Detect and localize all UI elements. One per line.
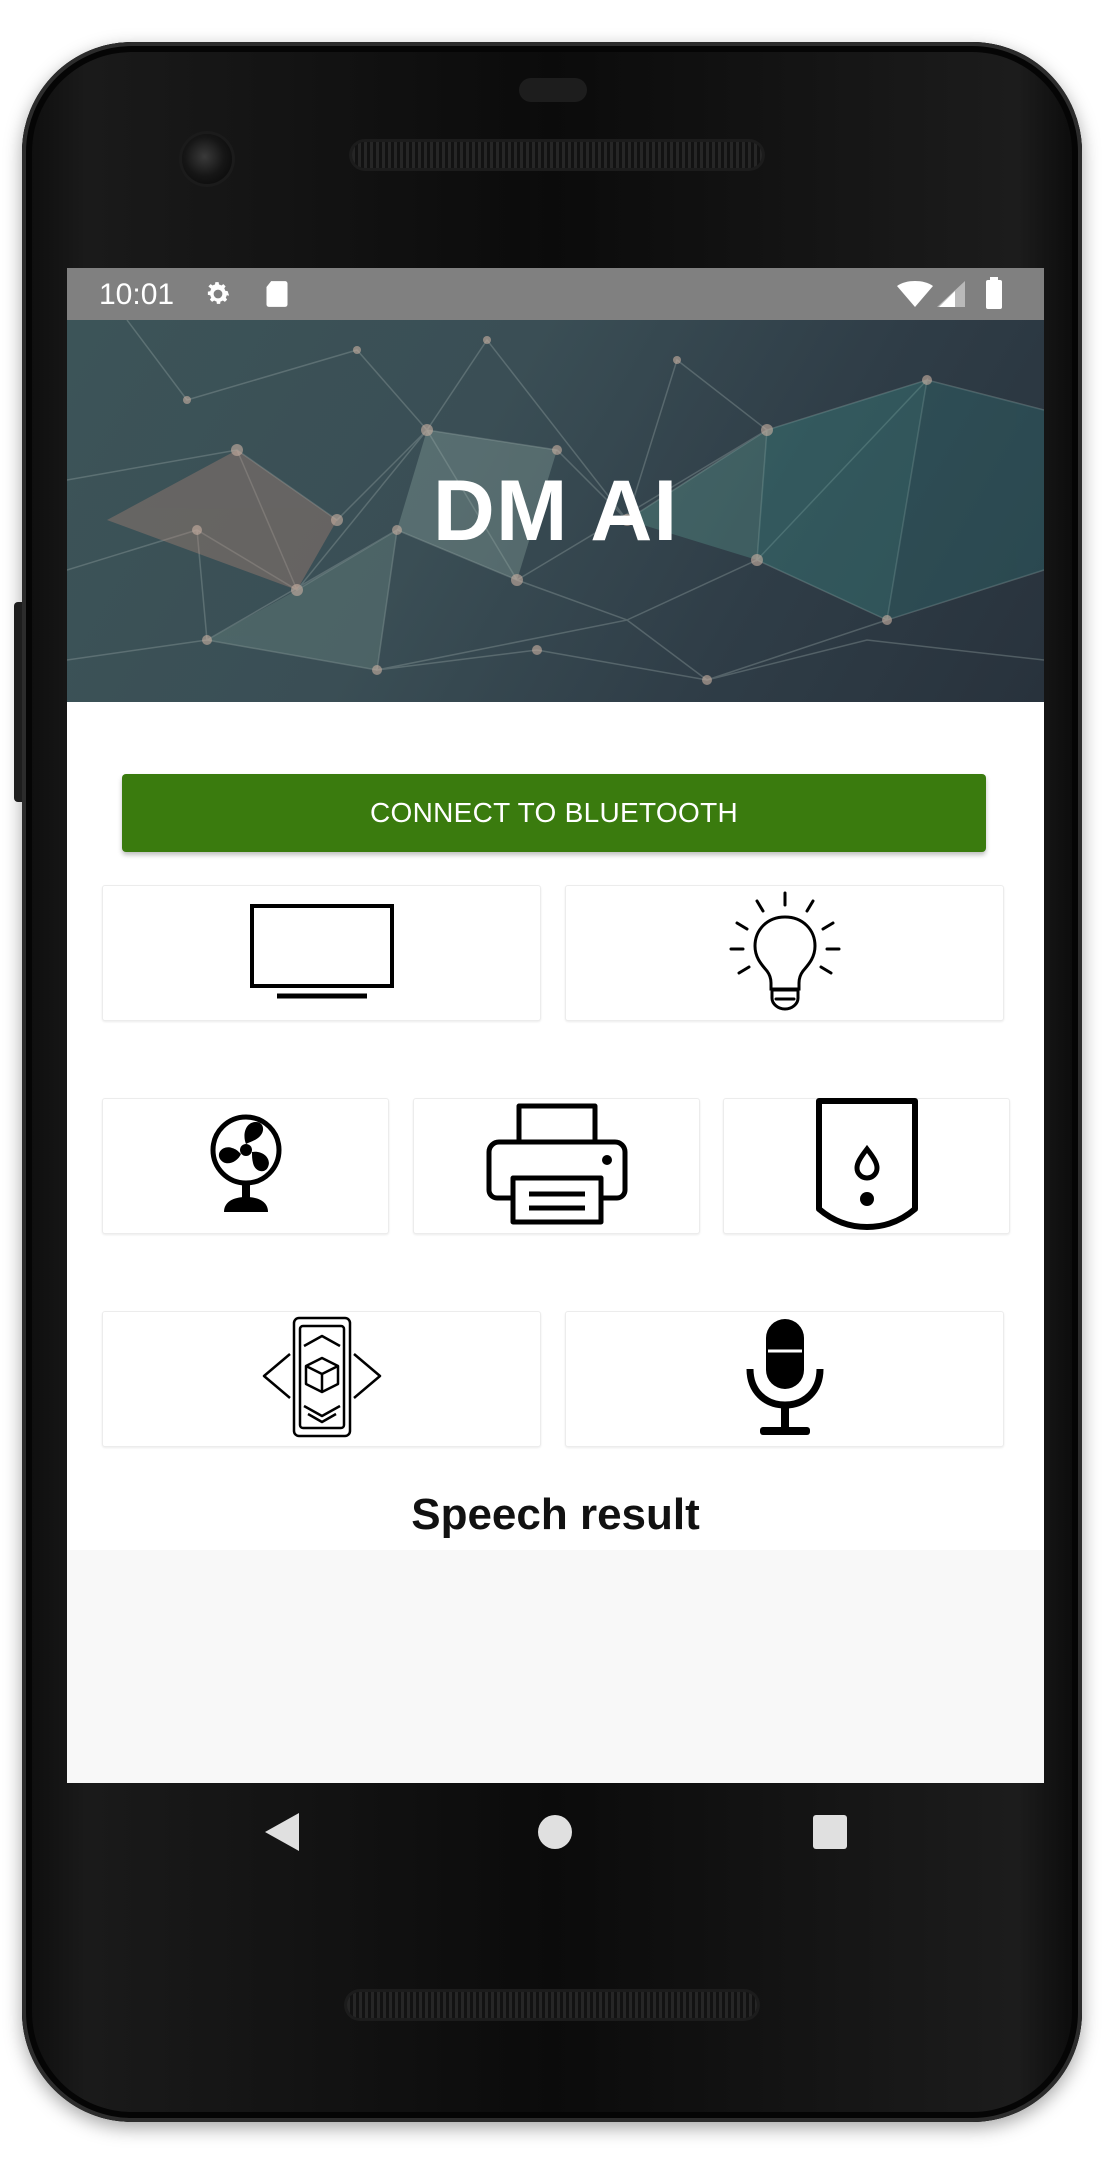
printer-tile[interactable] [413,1098,700,1234]
header-banner: DM AI [67,320,1044,702]
ar-view-tile[interactable] [102,1311,541,1447]
earpiece-speaker [352,142,762,168]
speech-result-label: Speech result [411,1490,700,1539]
settings-icon [203,279,233,314]
back-button[interactable] [257,1809,307,1859]
tv-tile[interactable] [102,885,541,1021]
navigation-bar [67,1783,1044,1883]
recents-button[interactable] [805,1809,855,1859]
back-icon [265,1812,299,1856]
status-bar: 10:01 [67,268,1044,320]
connect-bluetooth-button[interactable]: CONNECT TO BLUETOOTH [122,774,986,852]
signal-icon [937,281,965,312]
printer-icon [483,1102,631,1231]
water-heater-icon [811,1097,923,1236]
fan-icon [206,1112,286,1221]
microphone-tile[interactable] [565,1311,1004,1447]
proximity-sensor [519,78,587,102]
sd-card-icon [265,280,289,313]
speech-result-area [67,1550,1044,1783]
status-time: 10:01 [99,278,175,311]
app-screen: 10:01 DM AI CONNECT TO BLUETOOTH Speech … [67,268,1044,1783]
battery-icon [985,277,1003,314]
light-bulb-icon [725,889,845,1018]
tv-icon [247,901,397,1006]
water-heater-tile[interactable] [723,1097,1010,1236]
app-title: DM AI [432,462,679,559]
ar-cube-icon [260,1314,384,1445]
front-camera [182,134,232,184]
recents-icon [812,1814,848,1855]
home-button[interactable] [530,1809,580,1859]
light-tile[interactable] [565,885,1004,1021]
fan-tile[interactable] [102,1098,389,1234]
microphone-icon [740,1315,830,1444]
wifi-icon [897,281,933,312]
bottom-speaker [347,1992,757,2018]
home-icon [536,1813,574,1856]
